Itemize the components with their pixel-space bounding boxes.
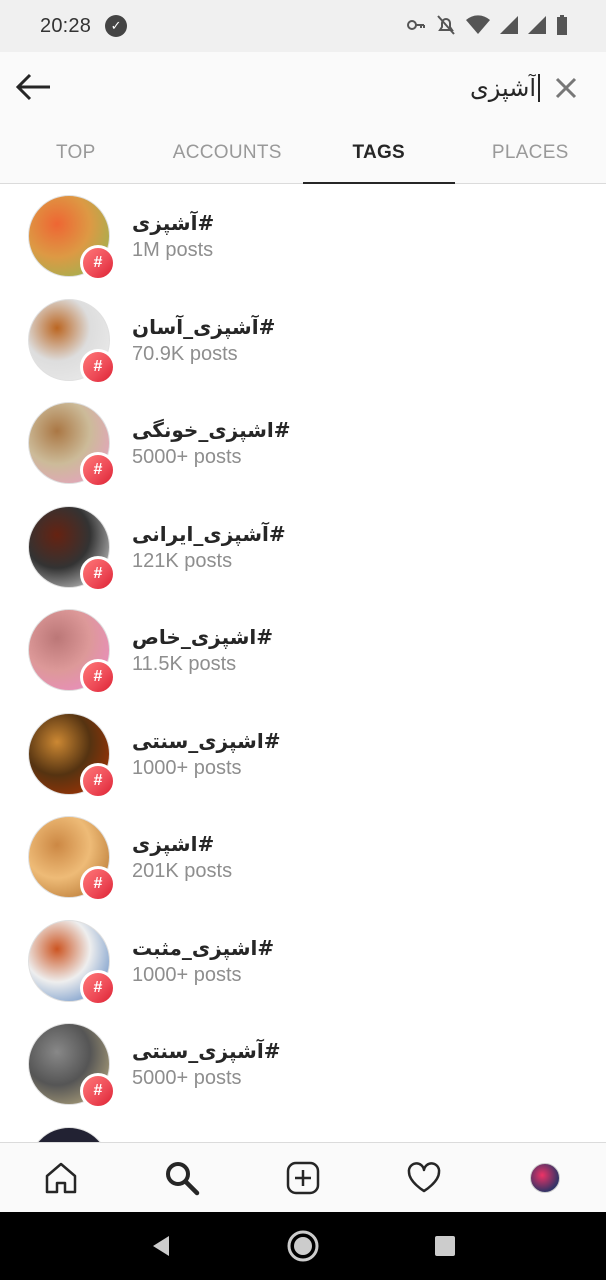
tag-row[interactable]: # #اشپزی_خونگی 5000+ posts [0, 392, 606, 496]
wifi-icon [466, 15, 490, 34]
profile-avatar [530, 1162, 561, 1193]
status-icons [406, 14, 568, 36]
tag-thumbnail [28, 1126, 110, 1142]
status-bar: 20:28 ✓ [0, 0, 606, 52]
tab-places[interactable]: PLACES [455, 122, 606, 183]
hashtag-icon: # [80, 452, 116, 488]
android-recents-button[interactable] [415, 1216, 475, 1276]
tag-post-count: 1000+ posts [132, 963, 242, 986]
android-back-button[interactable] [131, 1216, 191, 1276]
notifications-off-icon [437, 15, 455, 35]
back-arrow-icon [16, 73, 50, 101]
signal-icon-2 [528, 16, 546, 34]
tag-post-count: 121K posts [132, 549, 233, 572]
tag-name: #آشپزی_آسان [132, 314, 276, 339]
search-input[interactable] [120, 74, 537, 102]
signal-icon [500, 16, 518, 34]
hashtag-icon: # [80, 1073, 116, 1109]
android-navigation-bar [0, 1212, 606, 1280]
tag-row[interactable]: # #آشپزی 1M posts [0, 185, 606, 289]
hashtag-icon: # [80, 348, 116, 385]
tag-name: #اشپزی_خونگی [132, 418, 291, 442]
tag-post-count: 11.5K posts [132, 653, 237, 675]
tag-results-list: # #آشپزی 1M posts # #آشپزی_آسان 70.9K posts # #… [0, 185, 606, 1142]
home-circle-icon [287, 1230, 319, 1262]
hashtag-icon: # [80, 969, 116, 1006]
nav-search[interactable] [152, 1148, 212, 1208]
tag-row[interactable]: # #اشپزی_مثبت 1000+ posts [0, 910, 606, 1014]
tag-name: #آشپزی_ایرانی [132, 521, 286, 546]
tag-row[interactable]: # #اشپزی_سنتی 1000+ posts [0, 703, 606, 807]
tag-name: #اشپزی_مثبت [132, 935, 275, 960]
tag-row[interactable]: # #آشپزی_آسان 70.9K posts [0, 289, 606, 393]
search-field [120, 68, 540, 108]
hashtag-icon: # [80, 555, 116, 592]
tag-name: #اشپزی [132, 832, 215, 856]
nav-activity[interactable] [394, 1148, 454, 1208]
tab-tags[interactable]: TAGS [303, 122, 455, 184]
text-caret [538, 74, 540, 102]
tag-row-partial[interactable] [0, 1117, 606, 1142]
nav-profile[interactable] [515, 1148, 575, 1208]
tag-post-count: 1000+ posts [132, 756, 242, 779]
hashtag-icon: # [80, 762, 116, 799]
nav-new-post[interactable] [273, 1148, 333, 1208]
tag-post-count: 70.9K posts [132, 342, 238, 365]
android-home-button[interactable] [273, 1216, 333, 1276]
tag-row[interactable]: # #اشپزی_خاص 11.5K posts [0, 599, 606, 703]
tag-name: #اشپزی_سنتی [132, 728, 281, 753]
tag-name: #آشپزی [132, 211, 215, 235]
tag-name: #اشپزی_خاص [132, 625, 274, 649]
key-icon [407, 20, 425, 30]
search-tabs: TOP ACCOUNTS TAGS PLACES [0, 122, 606, 184]
bottom-navigation [0, 1142, 606, 1212]
hashtag-icon: # [80, 866, 116, 902]
tag-post-count: 5000+ posts [132, 446, 242, 468]
hashtag-icon: # [80, 245, 116, 281]
back-triangle-icon [153, 1236, 169, 1256]
search-header [0, 52, 606, 122]
recents-square-icon [435, 1236, 455, 1256]
search-icon [165, 1161, 200, 1195]
vpn-key-icon: ✓ [105, 15, 128, 37]
tag-row[interactable]: # #آشپزی_ایرانی 121K posts [0, 496, 606, 600]
tag-post-count: 1M posts [132, 239, 214, 261]
new-post-icon [286, 1161, 320, 1194]
tab-accounts[interactable]: ACCOUNTS [152, 122, 304, 183]
battery-icon [557, 15, 567, 35]
tag-name: #آشپزی_سنتی [132, 1039, 281, 1063]
back-button[interactable] [14, 70, 54, 104]
status-time: 20:28 [40, 14, 92, 37]
close-icon [555, 77, 577, 99]
tab-top[interactable]: TOP [0, 122, 152, 183]
tag-post-count: 5000+ posts [132, 1067, 242, 1089]
tag-post-count: 201K posts [132, 860, 233, 882]
hashtag-icon: # [80, 659, 116, 695]
nav-home[interactable] [31, 1148, 91, 1208]
tag-row[interactable]: # #آشپزی_سنتی 5000+ posts [0, 1013, 606, 1117]
activity-heart-icon [407, 1161, 441, 1192]
clear-search-button[interactable] [552, 74, 580, 102]
tag-row[interactable]: # #اشپزی 201K posts [0, 806, 606, 910]
home-icon [45, 1162, 76, 1193]
